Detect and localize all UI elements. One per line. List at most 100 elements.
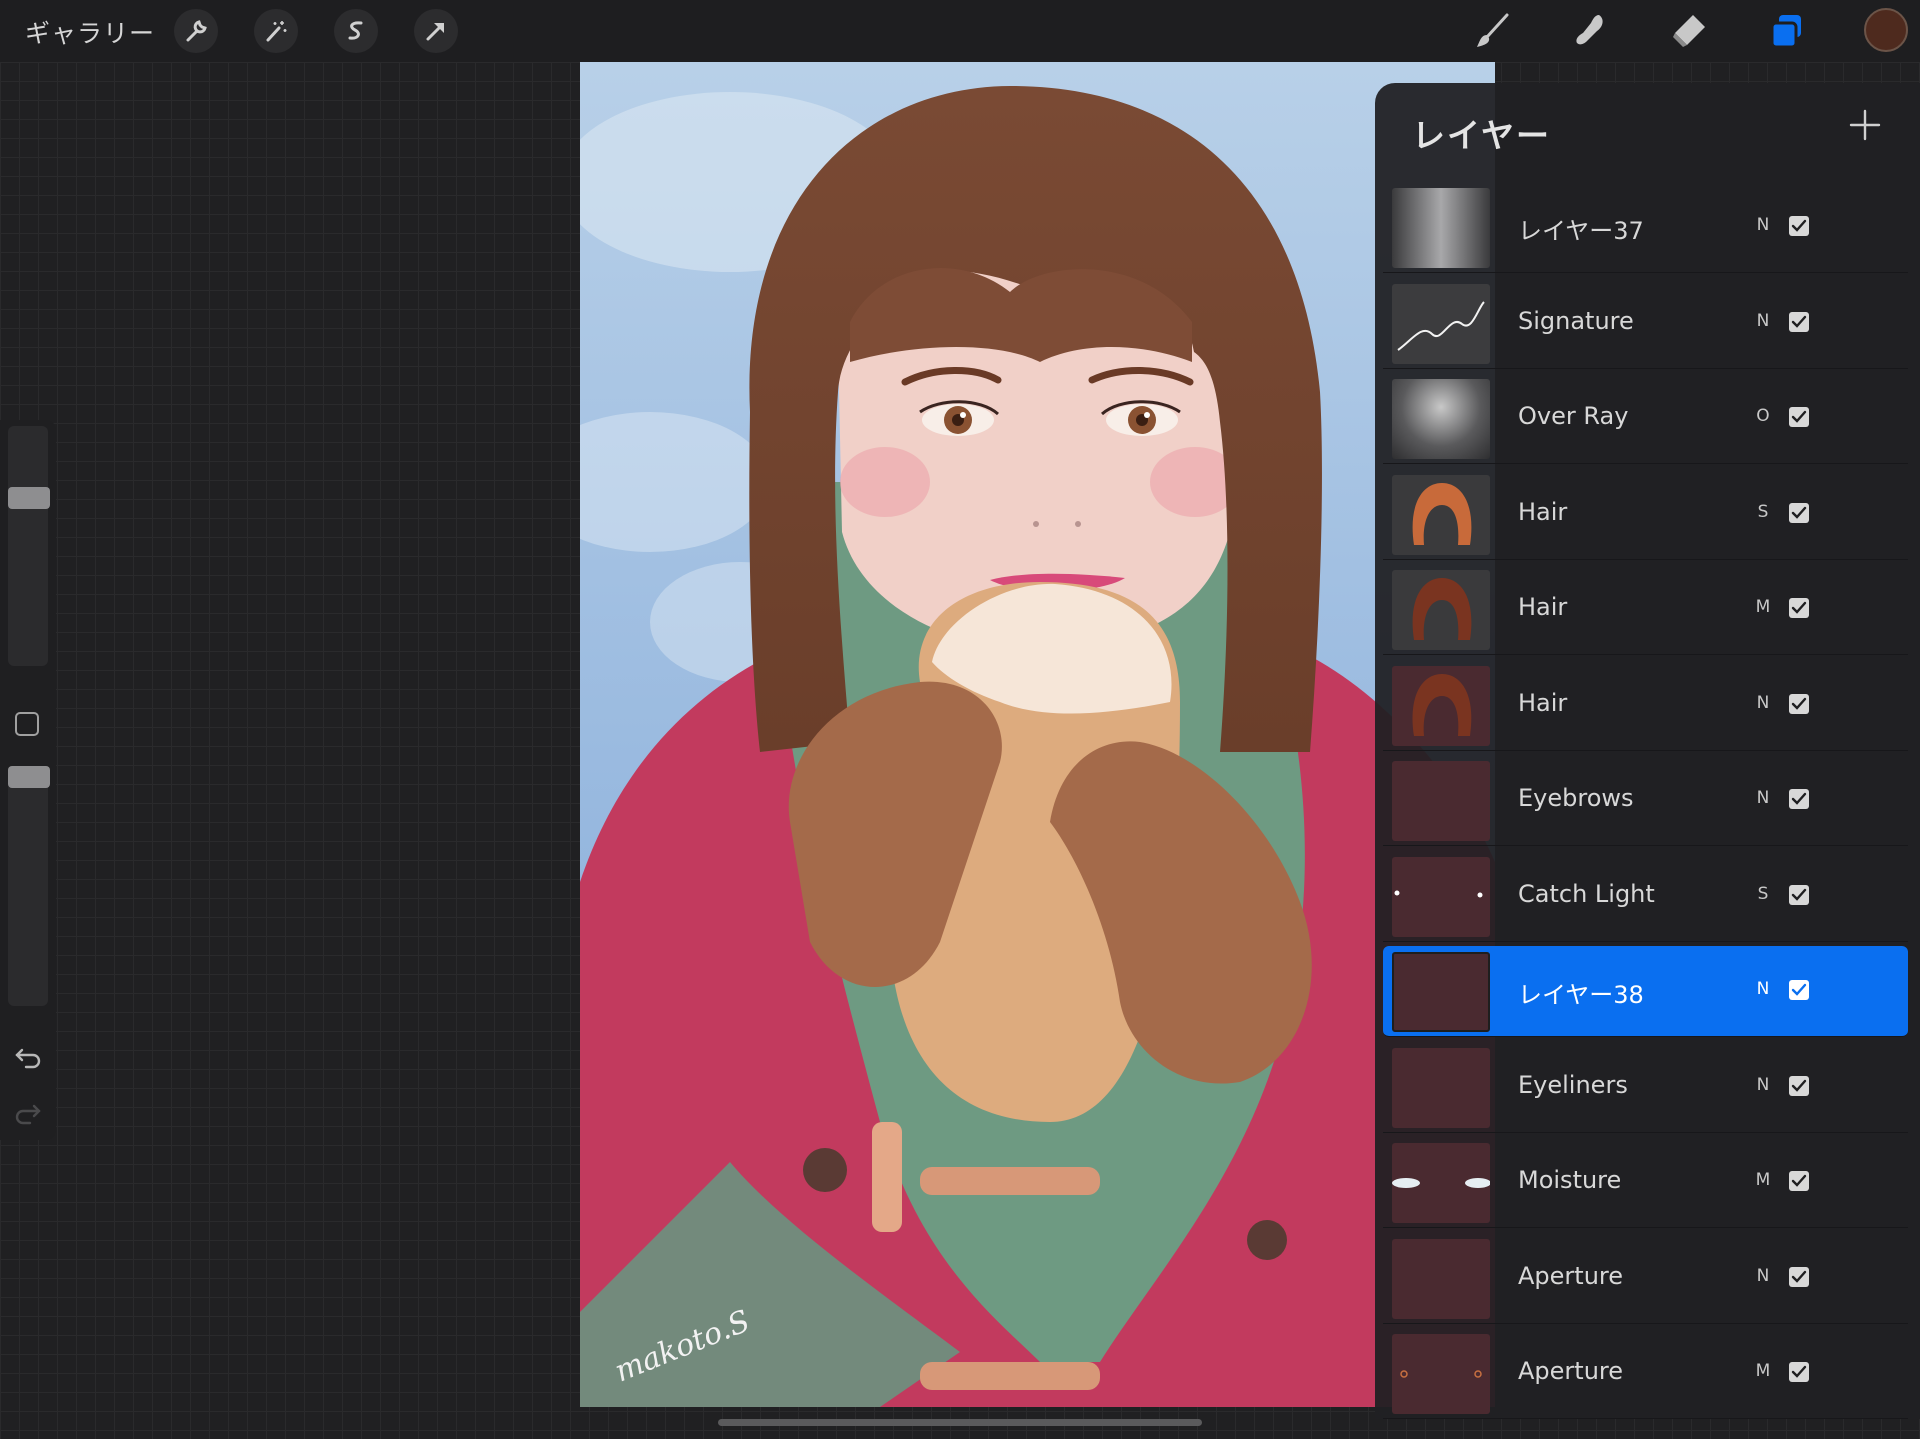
blend-mode-button[interactable]: M: [1753, 1361, 1773, 1381]
brush-size-slider-handle[interactable]: [8, 487, 50, 510]
brush-icon: [1477, 13, 1509, 47]
layer-thumbnail[interactable]: [1392, 570, 1490, 650]
layer-visibility-checkbox[interactable]: [1789, 884, 1809, 905]
color-picker-button[interactable]: [1864, 8, 1908, 52]
blend-mode-button[interactable]: N: [1753, 788, 1773, 808]
layer-thumbnail[interactable]: [1392, 665, 1490, 746]
layer-thumbnail[interactable]: [1392, 1143, 1490, 1223]
blend-mode-button[interactable]: S: [1753, 502, 1773, 522]
layers-panel-title: レイヤー: [1412, 116, 1552, 155]
drawing-canvas[interactable]: makoto.S: [580, 62, 1495, 1407]
layer-row[interactable]: Eyebrows N: [1383, 755, 1908, 846]
hair-thumbnail-art: [1412, 482, 1472, 545]
layer-thumbnail[interactable]: [1392, 761, 1490, 841]
blend-mode-button[interactable]: M: [1753, 1170, 1773, 1190]
checkmark-icon: [1791, 697, 1807, 710]
layer-name: Hair: [1518, 593, 1568, 621]
transform-button[interactable]: [414, 9, 458, 53]
checkmark-icon: [1791, 1365, 1807, 1378]
layer-row[interactable]: Catch Light S: [1383, 851, 1908, 942]
plus-icon: [1849, 109, 1881, 141]
layer-visibility-checkbox[interactable]: [1789, 1362, 1809, 1382]
layer-thumbnail[interactable]: [1392, 1238, 1490, 1319]
layer-row[interactable]: Hair S: [1383, 469, 1908, 560]
smudge-tool-button[interactable]: [1568, 8, 1614, 54]
layer-thumbnail[interactable]: [1392, 1047, 1490, 1128]
layer-row[interactable]: Signature N: [1383, 278, 1908, 369]
blend-mode-button[interactable]: N: [1753, 693, 1773, 713]
layer-name: レイヤー37: [1518, 217, 1644, 245]
layer-thumbnail[interactable]: [1392, 283, 1490, 364]
layer-name: Hair: [1518, 688, 1568, 717]
eraser-tool-button[interactable]: [1666, 8, 1712, 54]
layer-visibility-checkbox[interactable]: [1789, 693, 1809, 714]
magic-wand-icon: [266, 21, 287, 42]
adjustments-button[interactable]: [254, 9, 298, 53]
checkmark-icon: [1791, 983, 1807, 996]
brush-tool-button[interactable]: [1470, 8, 1516, 54]
checkmark-icon: [1791, 792, 1807, 805]
layer-row[interactable]: Over Ray O: [1383, 373, 1908, 464]
undo-button[interactable]: [14, 1042, 42, 1074]
selection-icon: [348, 21, 363, 40]
layer-row[interactable]: Moisture M: [1383, 1137, 1908, 1228]
layers-icon: [1770, 15, 1801, 49]
modify-button[interactable]: [15, 712, 39, 736]
redo-button[interactable]: [14, 1098, 42, 1130]
layer-visibility-checkbox[interactable]: [1789, 598, 1809, 618]
layer-row[interactable]: Aperture N: [1383, 1233, 1908, 1324]
add-layer-button[interactable]: [1845, 105, 1885, 145]
blend-mode-button[interactable]: N: [1753, 1075, 1773, 1095]
layer-visibility-checkbox[interactable]: [1789, 216, 1809, 236]
layer-thumbnail[interactable]: [1392, 856, 1490, 937]
blend-mode-button[interactable]: N: [1753, 215, 1773, 235]
layer-thumbnail[interactable]: [1392, 379, 1490, 459]
brush-size-slider[interactable]: [8, 426, 48, 666]
layer-visibility-checkbox[interactable]: [1789, 502, 1809, 523]
checkmark-icon: [1791, 1270, 1807, 1283]
layer-visibility-checkbox[interactable]: [1789, 1075, 1809, 1096]
layer-row[interactable]: Aperture M: [1383, 1328, 1908, 1419]
layers-tool-button[interactable]: [1764, 8, 1810, 54]
blend-mode-button[interactable]: M: [1753, 597, 1773, 617]
undo-icon: [15, 1048, 41, 1069]
blend-mode-button[interactable]: N: [1753, 979, 1773, 999]
blend-mode-button[interactable]: N: [1753, 311, 1773, 331]
checkmark-icon: [1791, 1079, 1807, 1092]
blend-mode-button[interactable]: O: [1753, 406, 1773, 426]
blend-mode-button[interactable]: S: [1753, 884, 1773, 904]
layer-visibility-checkbox[interactable]: [1789, 311, 1809, 332]
home-indicator: [718, 1419, 1202, 1426]
layer-thumbnail[interactable]: [1392, 474, 1490, 555]
layer-visibility-checkbox[interactable]: [1789, 407, 1809, 427]
opacity-slider-handle[interactable]: [8, 766, 50, 789]
layer-visibility-checkbox[interactable]: [1789, 1266, 1809, 1287]
layer-row[interactable]: Eyeliners N: [1383, 1042, 1908, 1133]
gallery-button[interactable]: ギャラリー: [25, 14, 155, 50]
top-toolbar: ギャラリー: [0, 0, 1920, 62]
left-sidebar: [0, 420, 56, 1140]
layer-row[interactable]: レイヤー38 N: [1383, 946, 1908, 1037]
layer-name: レイヤー38: [1518, 981, 1644, 1009]
signature-thumbnail-art: [1397, 300, 1485, 351]
checkmark-icon: [1791, 1174, 1807, 1187]
layer-row[interactable]: Hair N: [1383, 660, 1908, 751]
layer-thumbnail[interactable]: [1392, 188, 1490, 268]
actions-button[interactable]: [174, 9, 218, 53]
layer-thumbnail[interactable]: [1392, 952, 1490, 1032]
opacity-slider[interactable]: [8, 766, 48, 1006]
checkmark-icon: [1791, 315, 1807, 328]
artwork-illustration: makoto.S: [580, 62, 1495, 1407]
layer-visibility-checkbox[interactable]: [1789, 1171, 1809, 1191]
layer-thumbnail[interactable]: [1392, 1334, 1490, 1414]
checkmark-icon: [1791, 219, 1807, 232]
aperture-thumbnail-art: [1400, 1370, 1482, 1378]
selection-button[interactable]: [334, 9, 378, 53]
layer-visibility-checkbox[interactable]: [1789, 789, 1809, 809]
eraser-icon: [1673, 15, 1705, 47]
layer-visibility-checkbox[interactable]: [1789, 980, 1809, 1000]
layer-row[interactable]: Hair M: [1383, 564, 1908, 655]
layer-row[interactable]: レイヤー37 N: [1383, 182, 1908, 273]
catchlight-thumbnail-art: [1394, 890, 1483, 897]
blend-mode-button[interactable]: N: [1753, 1266, 1773, 1286]
